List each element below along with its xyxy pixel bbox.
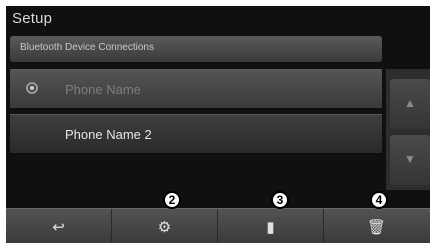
subheader-label: Bluetooth Device Connections — [20, 42, 154, 53]
radio-selected-icon — [26, 82, 38, 94]
scroll-down-button[interactable]: ▼ — [390, 135, 430, 185]
subheader-bar: Bluetooth Device Connections — [10, 36, 382, 62]
display-frame: Setup Bluetooth Device Connections Phone… — [6, 6, 430, 243]
callout-badge-3: 3 — [271, 191, 289, 209]
delete-button[interactable]: 🗑 — [324, 209, 429, 243]
callout-badge-2: 2 — [163, 191, 181, 209]
back-arrow-icon: ↩ — [52, 218, 65, 236]
settings-button[interactable]: ⚙ — [112, 209, 218, 243]
chevron-up-icon: ▲ — [404, 96, 416, 110]
callout-badge-4: 4 — [370, 191, 388, 209]
chevron-down-icon: ▼ — [404, 152, 416, 166]
back-button[interactable]: ↩ — [6, 209, 112, 243]
scroll-up-button[interactable]: ▲ — [390, 79, 430, 129]
device-name-label: Phone Name — [65, 82, 141, 97]
device-list-item-1[interactable]: Phone Name — [10, 69, 382, 109]
document-icon: ▮ — [266, 218, 275, 236]
bottom-toolbar: ↩ ⚙ ▮ 🗑 — [6, 208, 430, 243]
screen: Setup Bluetooth Device Connections Phone… — [0, 0, 432, 249]
window-title: Setup — [12, 10, 53, 27]
info-button[interactable]: ▮ — [218, 209, 324, 243]
trash-icon: 🗑 — [366, 218, 387, 236]
device-name-label: Phone Name 2 — [65, 127, 152, 142]
device-list-item-2[interactable]: Phone Name 2 — [10, 114, 382, 154]
list-scrollbar: ▲ ▼ — [386, 69, 430, 190]
gear-icon: ⚙ — [157, 218, 172, 236]
